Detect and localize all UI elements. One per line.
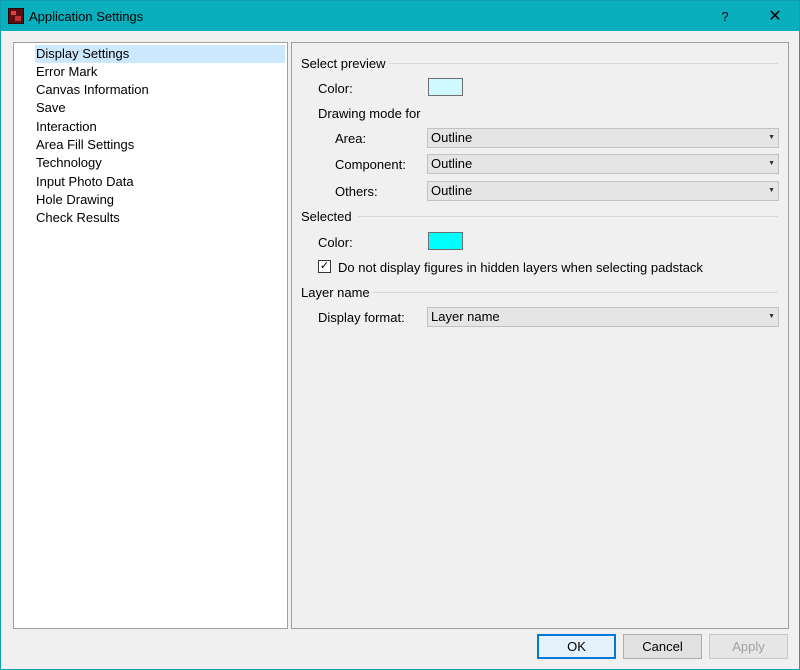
- others-mode-value: Outline: [431, 183, 473, 198]
- nav-item-check-results[interactable]: Check Results: [35, 209, 120, 227]
- area-mode-dropdown[interactable]: Outline ▼: [427, 128, 779, 148]
- window-title: Application Settings: [29, 8, 144, 24]
- display-format-value: Layer name: [431, 309, 500, 324]
- selected-group-title: Selected: [301, 209, 352, 224]
- title-bar[interactable]: Application Settings ? ✕: [1, 1, 799, 31]
- selected-color-swatch[interactable]: [428, 232, 463, 250]
- app-icon: [8, 8, 24, 24]
- select-preview-color-label: Color:: [318, 81, 353, 96]
- checkmark-icon: ✓: [319, 260, 330, 272]
- selected-divider: [358, 216, 778, 217]
- display-settings-panel: Select preview Color: Drawing mode for A…: [291, 42, 789, 629]
- layer-name-group-title: Layer name: [301, 285, 370, 300]
- component-mode-value: Outline: [431, 156, 473, 171]
- others-mode-dropdown[interactable]: Outline ▼: [427, 181, 779, 201]
- chevron-down-icon: ▼: [768, 134, 775, 141]
- selected-color-label: Color:: [318, 235, 353, 250]
- select-preview-divider: [388, 63, 778, 64]
- hide-hidden-layers-label[interactable]: Do not display figures in hidden layers …: [338, 260, 703, 275]
- area-label: Area:: [335, 131, 367, 146]
- settings-category-list[interactable]: Display Settings Error Mark Canvas Infor…: [13, 42, 288, 629]
- chevron-down-icon: ▼: [768, 313, 775, 320]
- application-settings-window: Application Settings ? ✕ Display Setting…: [0, 0, 800, 670]
- others-label: Others:: [335, 184, 378, 199]
- help-icon: ?: [721, 8, 729, 24]
- nav-item-area-fill-settings[interactable]: Area Fill Settings: [35, 136, 134, 154]
- chevron-down-icon: ▼: [768, 160, 775, 167]
- cancel-button[interactable]: Cancel: [623, 634, 702, 659]
- component-mode-dropdown[interactable]: Outline ▼: [427, 154, 779, 174]
- hide-hidden-layers-checkbox[interactable]: ✓: [318, 260, 331, 273]
- display-format-label: Display format:: [318, 310, 405, 325]
- nav-item-hole-drawing[interactable]: Hole Drawing: [35, 191, 114, 209]
- layer-name-divider: [372, 292, 778, 293]
- nav-item-canvas-information[interactable]: Canvas Information: [35, 81, 149, 99]
- nav-item-error-mark[interactable]: Error Mark: [35, 63, 97, 81]
- component-label: Component:: [335, 157, 406, 172]
- chevron-down-icon: ▼: [768, 187, 775, 194]
- nav-item-input-photo-data[interactable]: Input Photo Data: [35, 173, 134, 191]
- area-mode-value: Outline: [431, 130, 473, 145]
- nav-item-save[interactable]: Save: [35, 99, 66, 117]
- drawing-mode-label: Drawing mode for: [318, 106, 421, 121]
- apply-button[interactable]: Apply: [709, 634, 788, 659]
- close-icon: ✕: [768, 8, 782, 25]
- nav-item-interaction[interactable]: Interaction: [35, 118, 97, 136]
- close-button[interactable]: ✕: [752, 1, 798, 31]
- display-format-dropdown[interactable]: Layer name ▼: [427, 307, 779, 327]
- select-preview-color-swatch[interactable]: [428, 78, 463, 96]
- nav-item-display-settings[interactable]: Display Settings: [35, 45, 285, 63]
- ok-button[interactable]: OK: [537, 634, 616, 659]
- select-preview-group-title: Select preview: [301, 56, 386, 71]
- help-button[interactable]: ?: [702, 1, 748, 31]
- nav-item-technology[interactable]: Technology: [35, 154, 102, 172]
